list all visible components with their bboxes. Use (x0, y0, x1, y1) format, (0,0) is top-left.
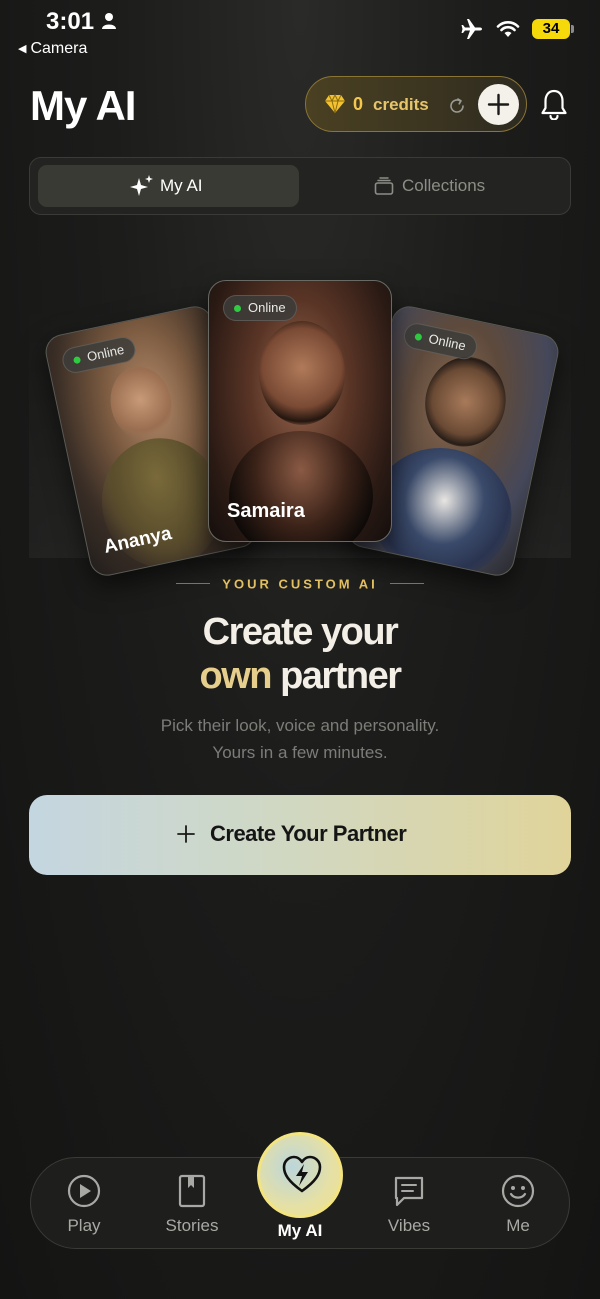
nav-vibes[interactable]: Vibes (364, 1158, 454, 1250)
nav-my-ai[interactable] (257, 1132, 343, 1218)
tab-my-ai[interactable]: My AI (38, 165, 299, 207)
headline: Create your own partner (0, 610, 600, 698)
gem-icon (325, 94, 345, 114)
back-label: Camera (30, 40, 88, 57)
nav-stories-label: Stories (165, 1216, 219, 1235)
plus-icon (177, 825, 195, 843)
online-label: Online (248, 300, 286, 315)
eyebrow-text: YOUR CUSTOM AI (222, 576, 378, 592)
back-to-camera-link[interactable]: ◀ Camera (18, 40, 87, 58)
refresh-icon[interactable] (448, 97, 466, 115)
tab-collections-label: Collections (402, 176, 486, 195)
divider (176, 583, 211, 585)
nav-me[interactable]: Me (473, 1158, 563, 1250)
online-dot-icon (234, 305, 241, 312)
headline-line-2: own partner (0, 654, 600, 698)
heart-bolt-icon (282, 1155, 322, 1193)
online-label: Online (427, 330, 468, 354)
status-icons: 34 (460, 18, 574, 40)
sparkle-icon (130, 175, 153, 196)
subtitle: Pick their look, voice and personality. … (0, 712, 600, 766)
headline-rest: partner (280, 655, 402, 697)
play-icon (67, 1174, 101, 1208)
portrait-body (229, 431, 373, 541)
person-icon (102, 13, 116, 29)
bell-icon[interactable] (539, 88, 569, 120)
credits-count: 0 (353, 94, 364, 114)
online-dot-icon (72, 355, 82, 365)
smiley-icon (501, 1174, 535, 1208)
airplane-icon (461, 19, 482, 39)
collections-icon (374, 177, 394, 195)
nav-vibes-label: Vibes (387, 1216, 431, 1235)
divider (389, 583, 424, 585)
segmented-tabs: My AI Collections (29, 157, 571, 215)
subtitle-line-1: Pick their look, voice and personality. (160, 716, 440, 735)
plus-icon (487, 93, 510, 116)
online-badge: Online (223, 295, 297, 321)
online-badge: Online (401, 320, 479, 362)
add-credits-button[interactable] (478, 84, 519, 125)
status-time: 3:01 (46, 8, 95, 35)
wifi-icon (496, 21, 520, 37)
character-card-samaira[interactable]: Online Samaira (208, 280, 392, 542)
tab-collections[interactable]: Collections (308, 165, 564, 207)
chat-bubble-icon (394, 1176, 424, 1207)
headline-accent: own (199, 655, 273, 697)
character-name: Samaira (227, 500, 305, 522)
portrait-photo (103, 360, 178, 446)
headline-line-1: Create your (202, 611, 399, 653)
online-label: Online (85, 341, 126, 365)
back-triangle-icon: ◀ (18, 43, 27, 55)
nav-stories[interactable]: Stories (147, 1158, 237, 1250)
nav-me-label: Me (506, 1216, 530, 1235)
subtitle-line-2: Yours in a few minutes. (212, 743, 388, 762)
create-partner-label: Create Your Partner (210, 821, 407, 846)
bookmark-book-icon (178, 1174, 206, 1208)
page-title: My AI (30, 82, 136, 129)
credits-label: credits (373, 95, 429, 114)
online-dot-icon (414, 332, 423, 342)
tab-my-ai-label: My AI (160, 176, 203, 195)
eyebrow: YOUR CUSTOM AI (0, 575, 600, 593)
nav-play-label: Play (67, 1216, 101, 1235)
credits-pill[interactable]: 0 credits (305, 76, 527, 132)
nav-play[interactable]: Play (39, 1158, 129, 1250)
nav-my-ai-label: My AI (277, 1221, 323, 1240)
portrait-photo (416, 349, 514, 455)
portrait-photo (259, 321, 345, 425)
create-partner-button[interactable]: plus Create Your Partner (29, 795, 571, 875)
status-bar: 3:01 ◀ Camera 34 (0, 0, 600, 64)
battery-icon: 34 (532, 19, 574, 39)
